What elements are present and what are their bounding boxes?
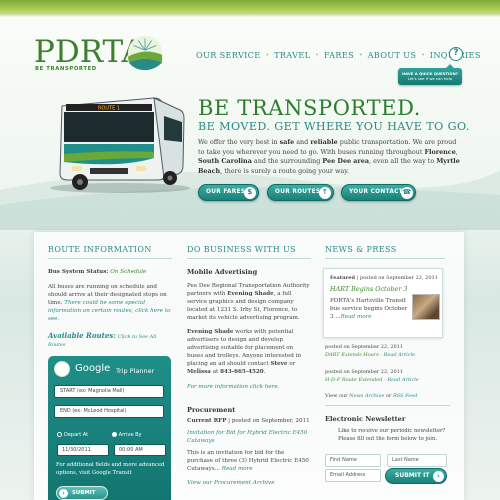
- available-routes: Available Routes: Click to See All Route…: [48, 332, 172, 349]
- hero-description: We offer the very best in safe and relia…: [198, 138, 460, 175]
- time-input[interactable]: 00:00 AM: [114, 444, 166, 456]
- radio-selected-icon: [57, 432, 62, 437]
- date-input[interactable]: 11/30/2011: [57, 444, 109, 456]
- news-item-title-link[interactable]: H-D-F Route Extended: [325, 377, 382, 383]
- rss-feed-link[interactable]: RSS Feed: [393, 393, 417, 399]
- arrow-right-icon: ›: [433, 470, 444, 482]
- bus-status-label: Bus System Status:: [48, 269, 109, 275]
- news-archive-link[interactable]: News Archive: [349, 393, 384, 399]
- end-input[interactable]: END (ex: McLeod Hospital): [54, 405, 164, 418]
- nav-fares[interactable]: FARES: [324, 50, 354, 60]
- radio-unselected-icon: [111, 432, 117, 437]
- news-item-read-link[interactable]: - Read Article: [382, 377, 419, 383]
- news-item: posted on September 22, 2011 DART Extend…: [325, 343, 445, 359]
- nav-separator: •: [359, 51, 363, 59]
- last-name-input[interactable]: Last Name: [387, 454, 447, 467]
- trip-planner-title: Trip Planner: [116, 367, 155, 375]
- first-name-input[interactable]: First Name: [325, 454, 381, 467]
- main-nav: OUR SERVICE • TRAVEL • FARES • ABOUT US …: [196, 49, 481, 61]
- route-info-section: ROUTE INFORMATION Bus System Status: On …: [48, 232, 172, 349]
- our-routes-label: OUR ROUTES: [275, 189, 321, 195]
- newsletter-body: Like to receive our periodic newsletter?…: [338, 428, 446, 442]
- trip-planner-header: Google Trip Planner: [53, 360, 166, 378]
- phone-icon: ☎: [401, 186, 413, 199]
- procurement-read-more[interactable]: Read more: [222, 466, 253, 472]
- start-input[interactable]: START (ex: Magnolia Mall): [54, 385, 164, 398]
- news-section: NEWS & PRESS: [325, 232, 445, 259]
- trip-planner: Google Trip Planner START (ex: Magnolia …: [48, 356, 171, 500]
- nav-travel[interactable]: TRAVEL: [274, 50, 310, 60]
- arrive-radio[interactable]: Arrive By: [111, 432, 142, 438]
- quick-question-button[interactable]: HAVE A QUICK QUESTION? Let's see if we c…: [398, 64, 462, 85]
- bus-status: Bus System Status: On Schedule: [48, 268, 172, 276]
- quick-question-sub: Let's see if we can help: [407, 76, 453, 81]
- logo-emblem-icon: [127, 35, 163, 71]
- logo[interactable]: PDRTA BE TRANSPORTED: [34, 35, 164, 74]
- newsletter-submit-button[interactable]: SUBMIT IT ›: [385, 468, 447, 484]
- your-contact-button[interactable]: YOUR CONTACT ☎: [341, 184, 416, 201]
- google-label: Google: [75, 363, 111, 374]
- procurement-title: Procurement: [187, 406, 236, 414]
- nav-about-us[interactable]: ABOUT US: [368, 50, 417, 60]
- email-input[interactable]: Email Address: [325, 469, 381, 482]
- advertising-more-link[interactable]: For more information click here.: [187, 383, 311, 391]
- route-info-body: All buses are running on schedule and sh…: [48, 283, 172, 323]
- news-item-posted: posted on September 22, 2011: [325, 369, 404, 375]
- route-info-heading: ROUTE INFORMATION: [48, 232, 172, 259]
- featured-title-link[interactable]: HART Begins October 3: [330, 285, 407, 293]
- featured-body: PDRTA's Hartsville Transit bus service b…: [330, 298, 408, 320]
- business-section: DO BUSINESS WITH US Mobile Advertising P…: [187, 232, 311, 487]
- trip-submit-button[interactable]: › SUBMIT: [56, 486, 108, 500]
- featured-read-more[interactable]: Read more: [341, 314, 372, 320]
- news-item-posted: posted on September 22, 2011: [325, 344, 404, 350]
- our-fares-button[interactable]: OUR FARES $: [198, 184, 259, 201]
- business-heading: DO BUSINESS WITH US: [187, 232, 311, 259]
- featured-meta: Featured | posted on September 22, 2011: [330, 275, 438, 281]
- newsletter-submit-label: SUBMIT IT: [395, 472, 430, 479]
- trip-submit-label: SUBMIT: [72, 490, 96, 496]
- procurement-archive-link[interactable]: View our Procurement Archive: [187, 479, 311, 487]
- hero-title: BE TRANSPORTED.: [198, 96, 422, 120]
- news-heading: NEWS & PRESS: [325, 232, 445, 259]
- bus-status-value: On Schedule: [110, 269, 147, 275]
- procurement-current: Current RFP | posted on September, 2011: [187, 418, 310, 424]
- our-routes-button[interactable]: OUR ROUTES ↑: [267, 184, 334, 201]
- mobile-advertising-title: Mobile Advertising: [187, 268, 258, 276]
- news-item-title-link[interactable]: DART Extends Hours: [325, 352, 379, 358]
- procurement-body: This is an invitation for bid for the pu…: [187, 450, 309, 472]
- news-item-read-link[interactable]: - Read Article: [379, 352, 415, 358]
- special-info-link[interactable]: There could be some special information …: [48, 300, 170, 322]
- nav-separator: •: [421, 51, 425, 59]
- nav-separator: •: [265, 51, 270, 59]
- our-fares-label: OUR FARES: [206, 189, 246, 195]
- top-banner-bar: [0, 0, 500, 17]
- google-icon: [54, 361, 70, 377]
- time-mode-radios: Depart At Arrive By: [57, 432, 167, 441]
- featured-news-photo: [412, 294, 440, 320]
- logo-tagline: BE TRANSPORTED: [35, 66, 97, 72]
- mobile-advertising-p2: Evening Shade works with potential adver…: [187, 329, 302, 375]
- arrow-right-icon: ›: [59, 488, 68, 498]
- depart-radio[interactable]: Depart At: [57, 432, 88, 438]
- nav-separator: •: [315, 51, 319, 59]
- newsletter-title: Electronic Newsletter: [325, 415, 406, 423]
- mobile-advertising-p1: Pee Dee Regional Transportation Authorit…: [187, 283, 310, 321]
- news-item: posted on September 22, 2011 H-D-F Route…: [325, 368, 445, 384]
- your-contact-label: YOUR CONTACT: [349, 189, 403, 195]
- news-archive: View our News Archive or RSS Feed: [325, 392, 450, 406]
- bus-image: ROUTE 1: [50, 97, 190, 193]
- available-routes-label: Available Routes:: [48, 331, 116, 340]
- dollar-icon: $: [244, 186, 256, 199]
- arrow-up-icon: ↑: [319, 186, 331, 199]
- bus-destination-sign: ROUTE 1: [98, 106, 120, 112]
- procurement-bid-link[interactable]: Invitation for Bid for Hybrid Electric E…: [187, 429, 311, 445]
- nav-our-service[interactable]: OUR SERVICE: [196, 50, 261, 60]
- hero-subtitle: BE MOVED. GET WHERE YOU HAVE TO GO.: [198, 120, 470, 133]
- google-transit-note[interactable]: For additional fields and more advanced …: [56, 462, 168, 477]
- question-mark-icon[interactable]: ?: [449, 47, 463, 61]
